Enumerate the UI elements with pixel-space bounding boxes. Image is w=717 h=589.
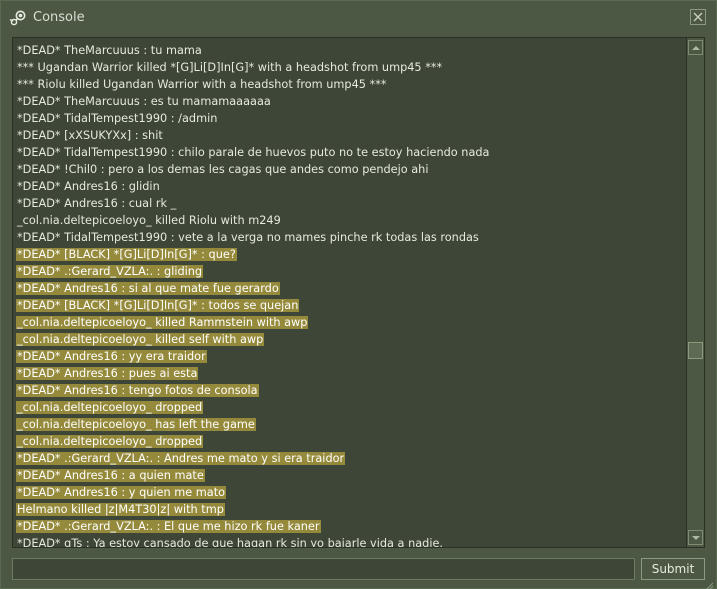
log-line-text: *DEAD* Andres16 : tengo fotos de consola [16, 384, 259, 397]
log-line: _col.nia.deltepicoeloyo_ killed Rammstei… [16, 312, 682, 329]
log-line-text: *DEAD* Andres16 : yy era traidor [16, 350, 207, 363]
log-line: *DEAD* Andres16 : y quien me mato [16, 482, 682, 499]
log-line: *** Ugandan Warrior killed *[G]Li[D]In[G… [16, 57, 682, 74]
log-line-text: Helmano killed |z|M4T30|z| with tmp [16, 503, 225, 516]
log-line: *DEAD* .:Gerard_VZLA:. : El que me hizo … [16, 516, 682, 533]
console-lines: *DEAD* TheMarcuuus : tu mama *** Ugandan … [16, 40, 682, 548]
log-line-text: _col.nia.deltepicoeloyo_ dropped [16, 401, 204, 414]
log-line-text: _col.nia.deltepicoeloyo_ killed self wit… [16, 333, 265, 346]
resize-grip-icon[interactable] [704, 576, 714, 589]
log-line-text: *DEAD* !Chil0 : pero a los demas les cag… [17, 163, 429, 176]
log-line-text: *DEAD* [BLACK] *[G]Li[D]In[G]* : todos s… [16, 299, 300, 312]
log-line: *DEAD* TidalTempest1990 : vete a la verg… [16, 227, 682, 244]
log-line-text: *DEAD* Andres16 : y quien me mato [16, 486, 227, 499]
log-line: *DEAD* TidalTempest1990 : /admin [16, 108, 682, 125]
log-line-text: *DEAD* TheMarcuuus : es tu mamamaaaaaa [17, 95, 271, 108]
title-bar[interactable]: Console [1, 1, 716, 35]
log-line-text: *DEAD* TheMarcuuus : tu mama [17, 44, 202, 57]
log-line-text: *DEAD* Andres16 : a quien mate [16, 469, 205, 482]
log-line-text: _col.nia.deltepicoeloyo_ killed Riolu wi… [17, 214, 281, 227]
log-line: *DEAD* Andres16 : si al que mate fue ger… [16, 278, 682, 295]
log-line: *DEAD* [xXSUKYXx] : shit [16, 125, 682, 142]
log-line: _col.nia.deltepicoeloyo_ dropped [16, 431, 682, 448]
log-line: *DEAD* TheMarcuuus : es tu mamamaaaaaa [16, 91, 682, 108]
console-log[interactable]: *DEAD* TheMarcuuus : tu mama *** Ugandan … [12, 37, 705, 548]
log-line-text: *DEAD* [BLACK] *[G]Li[D]In[G]* : que? [16, 248, 237, 261]
vertical-scrollbar[interactable] [686, 38, 704, 547]
log-line: *** Riolu killed Ugandan Warrior with a … [16, 74, 682, 91]
log-line: *DEAD* .:Gerard_VZLA:. : Andres me mato … [16, 448, 682, 465]
log-line: *DEAD* gTs : Ya estoy cansado de que hag… [16, 533, 682, 548]
log-line: Helmano killed |z|M4T30|z| with tmp [16, 499, 682, 516]
log-line-text: *DEAD* TidalTempest1990 : vete a la verg… [17, 231, 479, 244]
arrow-down-icon [692, 536, 700, 540]
log-line: *DEAD* TidalTempest1990 : chilo parale d… [16, 142, 682, 159]
scroll-down-button[interactable] [688, 530, 703, 545]
console-window: Console *DEAD* TheMarcuuus : tu mama *** … [0, 0, 717, 589]
log-line-text: *DEAD* TidalTempest1990 : /admin [17, 112, 218, 125]
log-line-text: *DEAD* Andres16 : cual rk _ [17, 197, 177, 210]
log-line-text: *DEAD* Andres16 : glidin [17, 180, 160, 193]
log-line: *DEAD* Andres16 : a quien mate [16, 465, 682, 482]
log-line: _col.nia.deltepicoeloyo_ dropped [16, 397, 682, 414]
log-line-text: *DEAD* .:Gerard_VZLA:. : gliding [16, 265, 204, 278]
log-line: *DEAD* Andres16 : yy era traidor [16, 346, 682, 363]
log-line-text: *DEAD* Andres16 : si al que mate fue ger… [16, 282, 280, 295]
log-line-text: *** Riolu killed Ugandan Warrior with a … [17, 78, 387, 91]
scroll-up-button[interactable] [688, 40, 703, 55]
command-input[interactable] [12, 558, 635, 580]
log-line: _col.nia.deltepicoeloyo_ killed Riolu wi… [16, 210, 682, 227]
log-line-text: *DEAD* gTs : Ya estoy cansado de que hag… [17, 537, 443, 548]
log-line: *DEAD* TheMarcuuus : tu mama [16, 40, 682, 57]
log-line: _col.nia.deltepicoeloyo_ killed self wit… [16, 329, 682, 346]
log-line-text: *DEAD* TidalTempest1990 : chilo parale d… [17, 146, 490, 159]
log-line-text: *DEAD* .:Gerard_VZLA:. : El que me hizo … [16, 520, 321, 533]
log-line-text: *** Ugandan Warrior killed *[G]Li[D]In[G… [17, 61, 443, 74]
log-line-text: *DEAD* .:Gerard_VZLA:. : Andres me mato … [16, 452, 346, 465]
log-line: *DEAD* Andres16 : cual rk _ [16, 193, 682, 210]
log-line: *DEAD* Andres16 : pues ai esta [16, 363, 682, 380]
log-line: *DEAD* [BLACK] *[G]Li[D]In[G]* : todos s… [16, 295, 682, 312]
window-title: Console [33, 10, 85, 25]
log-line: *DEAD* [BLACK] *[G]Li[D]In[G]* : que? [16, 244, 682, 261]
scrollbar-thumb[interactable] [688, 342, 703, 359]
log-line-text: *DEAD* [xXSUKYXx] : shit [17, 129, 163, 142]
submit-button[interactable]: Submit [641, 558, 705, 580]
log-line-text: _col.nia.deltepicoeloyo_ killed Rammstei… [16, 316, 309, 329]
log-line-text: _col.nia.deltepicoeloyo_ dropped [16, 435, 204, 448]
steam-icon [9, 9, 27, 27]
log-line-text: _col.nia.deltepicoeloyo_ has left the ga… [16, 418, 256, 431]
arrow-up-icon [692, 46, 700, 50]
close-button[interactable] [690, 9, 706, 25]
log-line: *DEAD* Andres16 : glidin [16, 176, 682, 193]
log-line-text: *DEAD* Andres16 : pues ai esta [16, 367, 199, 380]
log-line: *DEAD* Andres16 : tengo fotos de consola [16, 380, 682, 397]
log-line: _col.nia.deltepicoeloyo_ has left the ga… [16, 414, 682, 431]
log-line: *DEAD* !Chil0 : pero a los demas les cag… [16, 159, 682, 176]
close-icon [693, 12, 703, 22]
log-line: *DEAD* .:Gerard_VZLA:. : gliding [16, 261, 682, 278]
